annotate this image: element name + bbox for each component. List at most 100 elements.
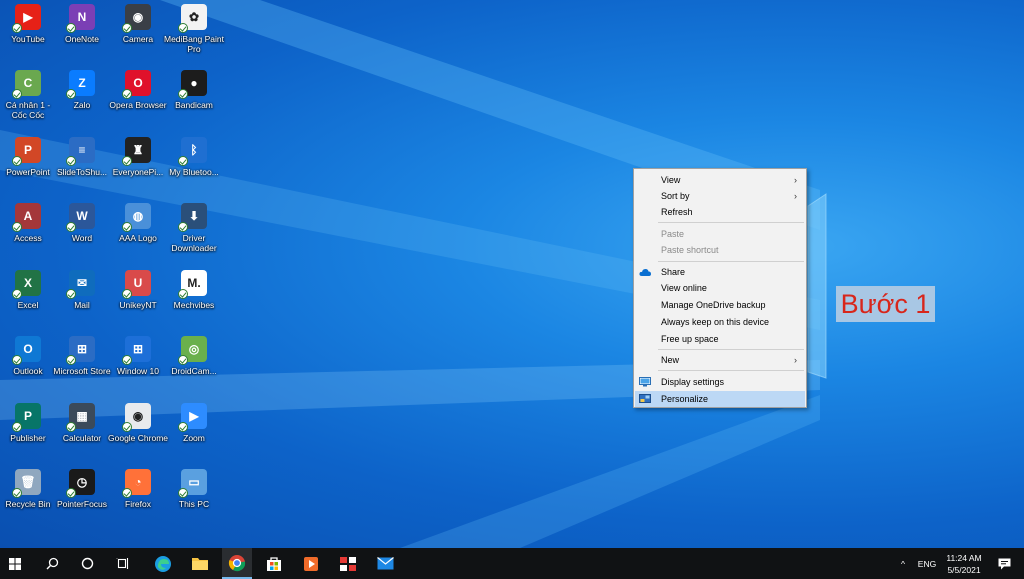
menu-item-paste-shortcut: Paste shortcut [635, 242, 805, 258]
desktop-icon[interactable]: W Word [54, 201, 110, 243]
desktop-icon[interactable]: ⬇ Driver Downloader [166, 201, 222, 253]
menu-item-label: Refresh [661, 207, 693, 217]
desktop-icon[interactable]: ◉ Google Chrome [108, 401, 168, 443]
menu-item-personalize[interactable]: Personalize [635, 391, 805, 407]
sync-check-icon [66, 488, 76, 498]
show-hidden-icons-button[interactable]: ^ [895, 548, 911, 579]
menu-separator [658, 261, 804, 262]
sync-check-icon [122, 488, 132, 498]
desktop-icon[interactable]: C Cá nhân 1 - Cốc Cốc [0, 68, 56, 120]
desktop-icon[interactable]: ≡ SlideToShu... [54, 135, 110, 177]
sync-check-icon [66, 289, 76, 299]
desktop-icon[interactable]: ⊞ Window 10 [110, 334, 166, 376]
menu-item-always-keep-on-device[interactable]: Always keep on this device [635, 314, 805, 330]
desktop-icon-label: Cá nhân 1 - Cốc Cốc [5, 100, 51, 120]
desktop-icon[interactable]: M. Mechvibes [166, 268, 222, 310]
desktop-icon[interactable]: ✿ MediBang Paint Pro [164, 2, 224, 54]
desktop-icon[interactable]: 🗑 Recycle Bin [0, 467, 56, 509]
desktop-icon[interactable]: ◉ Camera [110, 2, 166, 44]
taskbar-unikey[interactable] [333, 548, 363, 579]
pointerfocus-icon: ◷ [66, 469, 95, 498]
desktop-icon-label: Window 10 [116, 366, 160, 376]
taskbar-edge[interactable] [148, 548, 178, 579]
monitor-icon [639, 377, 651, 387]
droidcam-icon: ◎ [178, 336, 207, 365]
menu-item-free-up-space[interactable]: Free up space [635, 331, 805, 347]
desktop-icon-label: Publisher [10, 433, 46, 443]
cortana-circle-icon [81, 557, 93, 570]
menu-item-view-online[interactable]: View online [635, 280, 805, 296]
search-button[interactable] [38, 548, 66, 579]
desktop-icon[interactable]: P Publisher [0, 401, 56, 443]
language-label: ENG [917, 558, 937, 569]
input-language-indicator[interactable]: ENG [914, 548, 940, 579]
action-center-button[interactable] [992, 548, 1016, 579]
desktop-icon[interactable]: ⊞ Microsoft Store [53, 334, 111, 376]
desktop-icon-label: Driver Downloader [171, 233, 217, 253]
chevron-right-icon: › [794, 191, 797, 201]
medibang-icon: ✿ [178, 4, 207, 33]
desktop-icon[interactable]: ◷ PointerFocus [54, 467, 110, 509]
menu-item-label: Paste [661, 229, 685, 239]
sync-check-icon [66, 355, 76, 365]
taskbar: ^ ENG 11:24 AM 5/5/2021 [0, 548, 1024, 579]
desktop-icon[interactable]: ▶ Zoom [166, 401, 222, 443]
taskbar-chrome[interactable] [222, 548, 252, 579]
menu-item-manage-onedrive-backup[interactable]: Manage OneDrive backup [635, 297, 805, 313]
start-button[interactable] [0, 548, 30, 579]
media-player-icon [304, 556, 318, 571]
outlook-icon: O [12, 336, 41, 365]
desktop-icon[interactable]: ᛒ My Bluetoo... [166, 135, 222, 177]
menu-separator [658, 370, 804, 371]
desktop-icon[interactable]: ● Bandicam [166, 68, 222, 110]
desktop-icon[interactable]: ◔ Firefox [110, 467, 166, 509]
desktop-icon[interactable]: ▭ This PC [166, 467, 222, 509]
taskbar-mail[interactable] [370, 548, 400, 579]
desktop-icon-label: Outlook [13, 366, 43, 376]
sync-check-icon [178, 488, 188, 498]
desktop-icon[interactable]: Z Zalo [54, 68, 110, 110]
desktop-icon[interactable]: ◎ DroidCam... [166, 334, 222, 376]
sync-check-icon [66, 156, 76, 166]
desktop-icon[interactable]: ♜ EveryonePi... [110, 135, 166, 177]
taskbar-file-explorer[interactable] [185, 548, 215, 579]
sync-check-icon [12, 222, 22, 232]
desktop-icon[interactable]: ◍ AAA Logo [110, 201, 166, 243]
desktop-icon[interactable]: ▶ YouTube [0, 2, 56, 44]
taskbar-media-player[interactable] [296, 548, 326, 579]
desktop-icon[interactable]: O Opera Browser [109, 68, 167, 110]
clock-time: 11:24 AM [946, 552, 982, 563]
menu-item-sort-by[interactable]: Sort by › [635, 188, 805, 204]
bluetooth-icon: ᛒ [178, 137, 207, 166]
menu-item-label: Free up space [661, 334, 719, 344]
desktop-icon[interactable]: U UnikeyNT [110, 268, 166, 310]
desktop-icon[interactable]: N OneNote [54, 2, 110, 44]
desktop-icon[interactable]: X Excel [0, 268, 56, 310]
sync-check-icon [178, 89, 188, 99]
menu-item-share[interactable]: Share [635, 264, 805, 280]
sync-check-icon [66, 222, 76, 232]
desktop-icon-label: Microsoft Store [53, 366, 111, 376]
desktop[interactable]: ▶ YouTube N OneNote ◉ Camera ✿ MediBang Paint P… [0, 0, 1024, 548]
taskbar-store[interactable] [259, 548, 289, 579]
sync-check-icon [122, 222, 132, 232]
menu-item-display-settings[interactable]: Display settings [635, 374, 805, 390]
aaalogo-icon: ◍ [122, 203, 151, 232]
sync-check-icon [122, 156, 132, 166]
menu-item-view[interactable]: View › [635, 172, 805, 188]
clock[interactable]: 11:24 AM 5/5/2021 [941, 548, 987, 579]
menu-item-new[interactable]: New › [635, 352, 805, 368]
cortana-button[interactable] [73, 548, 101, 579]
desktop-icon-label: Word [71, 233, 93, 243]
desktop-icon[interactable]: P PowerPoint [0, 135, 56, 177]
task-view-button[interactable] [109, 548, 137, 579]
desktop-icon[interactable]: ✉ Mail [54, 268, 110, 310]
desktop-icon-label: YouTube [11, 34, 45, 44]
sync-check-icon [12, 355, 22, 365]
desktop-icon[interactable]: A Access [0, 201, 56, 243]
desktop-icon[interactable]: ▦ Calculator [54, 401, 110, 443]
menu-item-refresh[interactable]: Refresh [635, 204, 805, 220]
desktop-icon-label: Opera Browser [109, 100, 167, 110]
desktop-icon[interactable]: O Outlook [0, 334, 56, 376]
desktop-icon-label: This PC [178, 499, 210, 509]
